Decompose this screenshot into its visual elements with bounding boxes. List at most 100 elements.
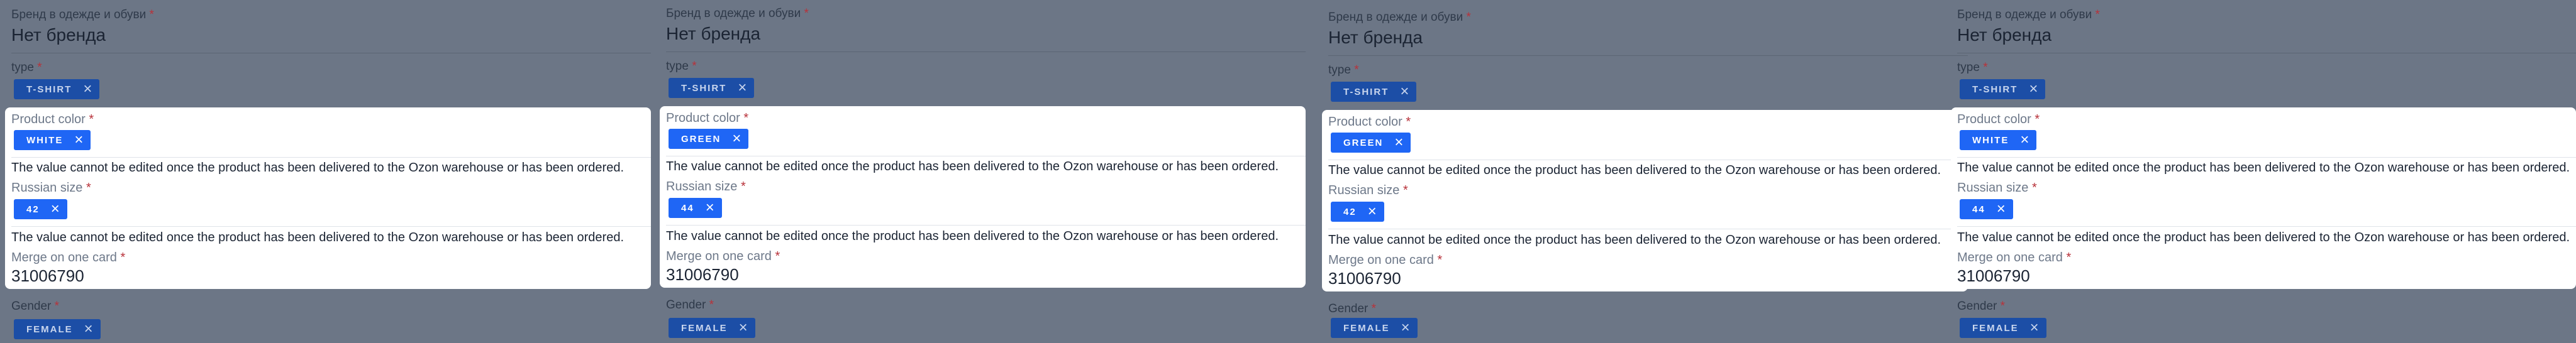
gender-chip-label: FEMALE bbox=[681, 322, 728, 334]
close-icon[interactable]: × bbox=[2029, 82, 2038, 97]
merge-label: Merge on one card * bbox=[11, 251, 125, 265]
required-mark: * bbox=[709, 298, 714, 312]
brand-select[interactable]: Нет бренда bbox=[1328, 28, 1423, 48]
divider bbox=[666, 225, 1306, 226]
size-label: Russian size * bbox=[1957, 181, 2037, 195]
brand-label-text: Бренд в одежде и обуви bbox=[11, 8, 147, 21]
type-label-text: type bbox=[11, 61, 34, 74]
gender-chip: FEMALE × bbox=[1331, 318, 1418, 338]
close-icon[interactable]: × bbox=[1368, 204, 1377, 219]
close-icon[interactable]: × bbox=[1400, 84, 1409, 99]
type-label: type * bbox=[666, 60, 697, 74]
close-icon[interactable]: × bbox=[732, 131, 741, 146]
gender-chip: FEMALE × bbox=[669, 318, 755, 338]
type-chip-label: T-SHIRT bbox=[681, 82, 727, 94]
color-chip: GREEN × bbox=[669, 129, 749, 149]
close-icon[interactable]: × bbox=[74, 133, 83, 148]
required-mark: * bbox=[804, 7, 809, 20]
locked-attributes-card: Product color * WHITE × The value cannot … bbox=[1951, 107, 2576, 289]
gender-chip: FEMALE × bbox=[1960, 318, 2046, 338]
brand-select[interactable]: Нет бренда bbox=[11, 25, 106, 45]
brand-label: Бренд в одежде и обуви * bbox=[1957, 8, 2100, 22]
merge-label: Merge on one card * bbox=[1957, 251, 2071, 265]
required-mark: * bbox=[692, 60, 697, 73]
close-icon[interactable]: × bbox=[738, 80, 747, 95]
edit-restriction-hint: The value cannot be edited once the prod… bbox=[1957, 161, 2570, 175]
size-chip-label: 44 bbox=[681, 202, 694, 214]
close-icon[interactable]: × bbox=[84, 322, 93, 337]
close-icon[interactable]: × bbox=[83, 82, 92, 97]
product-variant-panel-2: Бренд в одежде и обуви * Нет бренда type… bbox=[655, 0, 1306, 342]
required-mark: * bbox=[89, 112, 94, 126]
size-chip-label: 44 bbox=[1972, 204, 1985, 215]
edit-restriction-hint: The value cannot be edited once the prod… bbox=[11, 161, 625, 175]
type-chip: T-SHIRT × bbox=[14, 79, 100, 99]
locked-attributes-card: Product color * GREEN × The value cannot … bbox=[660, 106, 1306, 288]
type-chip-label: T-SHIRT bbox=[1343, 86, 1389, 97]
required-mark: * bbox=[1983, 61, 1988, 74]
type-chip-label: T-SHIRT bbox=[26, 84, 72, 95]
gender-chip: FEMALE × bbox=[14, 319, 101, 339]
required-mark: * bbox=[740, 180, 746, 193]
merge-input[interactable]: 31006790 bbox=[11, 266, 84, 286]
merge-input[interactable]: 31006790 bbox=[1328, 269, 1401, 288]
close-icon[interactable]: × bbox=[739, 320, 748, 335]
edit-restriction-hint: The value cannot be edited once the prod… bbox=[1957, 231, 2570, 244]
close-icon[interactable]: × bbox=[51, 202, 60, 217]
color-chip: GREEN × bbox=[1331, 133, 1411, 153]
color-label-text: Product color bbox=[1957, 112, 2031, 126]
required-mark: * bbox=[1406, 115, 1411, 129]
type-label: type * bbox=[11, 61, 42, 75]
required-mark: * bbox=[1437, 253, 1443, 267]
type-label: type * bbox=[1328, 63, 1359, 77]
size-label: Russian size * bbox=[1328, 183, 1408, 198]
gender-chip-label: FEMALE bbox=[1972, 322, 2019, 334]
required-mark: * bbox=[37, 61, 42, 74]
required-mark: * bbox=[1371, 302, 1377, 315]
gender-label-text: Gender bbox=[1328, 302, 1368, 315]
close-icon[interactable]: × bbox=[2020, 133, 2029, 148]
type-chip: T-SHIRT × bbox=[1331, 82, 1417, 102]
type-label-text: type bbox=[1328, 63, 1351, 77]
required-mark: * bbox=[1466, 11, 1471, 24]
gender-label-text: Gender bbox=[666, 298, 706, 312]
color-chip-label: GREEN bbox=[681, 133, 721, 144]
size-chip-label: 42 bbox=[1343, 206, 1357, 217]
close-icon[interactable]: × bbox=[1394, 135, 1403, 150]
color-label-text: Product color bbox=[1328, 115, 1402, 129]
close-icon[interactable]: × bbox=[706, 200, 714, 215]
size-label-text: Russian size bbox=[1957, 181, 2029, 195]
close-icon[interactable]: × bbox=[1997, 202, 2006, 217]
required-mark: * bbox=[1402, 183, 1408, 197]
required-mark: * bbox=[120, 251, 126, 264]
size-label: Russian size * bbox=[666, 180, 746, 194]
required-mark: * bbox=[54, 300, 60, 313]
merge-label-text: Merge on one card bbox=[11, 251, 117, 264]
size-chip: 42 × bbox=[14, 199, 67, 219]
close-icon[interactable]: × bbox=[1401, 320, 1410, 335]
type-chip: T-SHIRT × bbox=[669, 78, 755, 98]
brand-select[interactable]: Нет бренда bbox=[1957, 25, 2051, 45]
size-chip-label: 42 bbox=[26, 204, 40, 215]
brand-label-text: Бренд в одежде и обуви bbox=[666, 7, 801, 20]
gender-label: Gender * bbox=[666, 298, 714, 312]
merge-input[interactable]: 31006790 bbox=[1957, 266, 2030, 286]
close-icon[interactable]: × bbox=[2030, 320, 2039, 335]
product-variant-panel-3: Бренд в одежде и обуви * Нет бренда type… bbox=[1317, 3, 1968, 343]
brand-select[interactable]: Нет бренда bbox=[666, 24, 760, 44]
color-label-text: Product color bbox=[11, 112, 86, 126]
type-chip-label: T-SHIRT bbox=[1972, 84, 2018, 95]
color-label: Product color * bbox=[1328, 115, 1411, 129]
gender-chip-label: FEMALE bbox=[26, 324, 73, 335]
merge-label: Merge on one card * bbox=[666, 249, 780, 264]
color-chip-label: WHITE bbox=[26, 134, 64, 146]
locked-attributes-card: Product color * GREEN × The value cannot … bbox=[1322, 110, 1968, 291]
brand-label: Бренд в одежде и обуви * bbox=[11, 8, 154, 22]
color-label: Product color * bbox=[11, 112, 94, 127]
product-variant-panel-1: Бренд в одежде и обуви * Нет бренда type… bbox=[0, 0, 651, 343]
brand-label-text: Бренд в одежде и обуви bbox=[1957, 8, 2092, 21]
merge-input[interactable]: 31006790 bbox=[666, 265, 739, 285]
required-mark: * bbox=[2066, 251, 2072, 264]
gender-label-text: Gender bbox=[11, 300, 52, 313]
size-label-text: Russian size bbox=[1328, 183, 1400, 197]
